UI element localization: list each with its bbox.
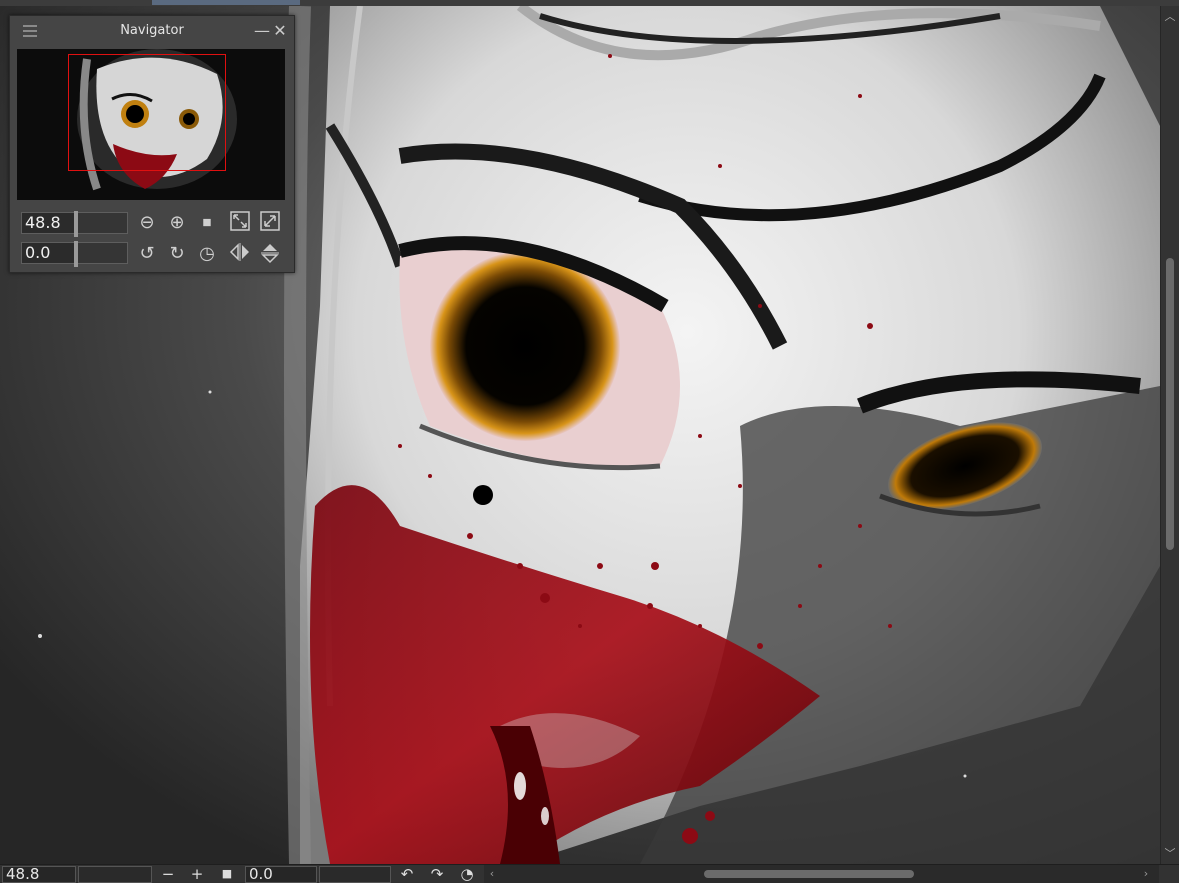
scroll-left-icon[interactable]: ‹ <box>484 865 500 883</box>
reset-rotation-icon[interactable]: ◷ <box>195 242 219 266</box>
zoom-in-icon[interactable]: + <box>188 865 206 883</box>
zoom-out-icon[interactable]: − <box>159 865 177 883</box>
navigator-zoom-input[interactable]: 48.8 <box>21 211 128 237</box>
navigator-preview[interactable] <box>17 49 285 200</box>
document-tab[interactable] <box>152 0 300 5</box>
minimize-icon[interactable]: — <box>254 22 270 40</box>
zoom-out-icon[interactable]: ⊖ <box>135 211 159 235</box>
zoom-value: 48.8 <box>25 213 61 232</box>
zoom-slider-knob[interactable] <box>74 211 78 237</box>
statusbar-zoom-input[interactable]: 48.8 <box>2 866 76 883</box>
vertical-scrollbar[interactable]: ︿ ﹀ <box>1160 6 1179 864</box>
vertical-scroll-thumb[interactable] <box>1166 258 1174 550</box>
navigator-title: Navigator <box>120 23 184 38</box>
rotate-left-icon[interactable]: ↺ <box>135 242 159 266</box>
statusbar-rotation-input[interactable]: 0.0 <box>245 866 317 883</box>
viewport-frame[interactable] <box>68 54 226 171</box>
flip-vertical-icon[interactable] <box>258 242 282 266</box>
clip-studio-window: ︿ ﹀ 48.8 − + ■ 0.0 ↶ ↷ ◔ ‹ › Navigator —… <box>0 0 1179 883</box>
navigator-rotation-input[interactable]: 0.0 <box>21 241 128 267</box>
scroll-down-icon[interactable]: ﹀ <box>1161 845 1179 863</box>
actual-size-icon[interactable]: ■ <box>218 865 236 883</box>
fit-window-icon[interactable] <box>228 211 252 235</box>
rotation-value: 0.0 <box>25 243 51 262</box>
statusbar-zoom-slider[interactable] <box>78 866 152 883</box>
status-bar: 48.8 − + ■ 0.0 ↶ ↷ ◔ ‹ › <box>0 864 1179 883</box>
rotate-left-icon[interactable]: ↶ <box>398 865 416 883</box>
horizontal-scroll-thumb[interactable] <box>704 870 914 878</box>
rotation-slider-knob[interactable] <box>74 241 78 267</box>
statusbar-rotation-slider[interactable] <box>319 866 391 883</box>
stop-square-icon[interactable]: ⏹ <box>195 211 219 235</box>
navigator-panel: Navigator — ✕ 48.8 0.0 ⊖ ⊕ ⏹ ↺ ↻ ◷ <box>9 15 295 273</box>
reset-rotation-icon[interactable]: ◔ <box>458 865 476 883</box>
close-icon[interactable]: ✕ <box>272 22 288 40</box>
expand-icon[interactable] <box>258 211 282 235</box>
horizontal-scrollbar[interactable]: ‹ › <box>484 865 1159 883</box>
rotate-right-icon[interactable]: ↷ <box>428 865 446 883</box>
rotate-right-icon[interactable]: ↻ <box>165 242 189 266</box>
flip-horizontal-icon[interactable] <box>228 242 252 266</box>
zoom-in-icon[interactable]: ⊕ <box>165 211 189 235</box>
scroll-up-icon[interactable]: ︿ <box>1161 8 1179 26</box>
scroll-right-icon[interactable]: › <box>1138 865 1154 883</box>
